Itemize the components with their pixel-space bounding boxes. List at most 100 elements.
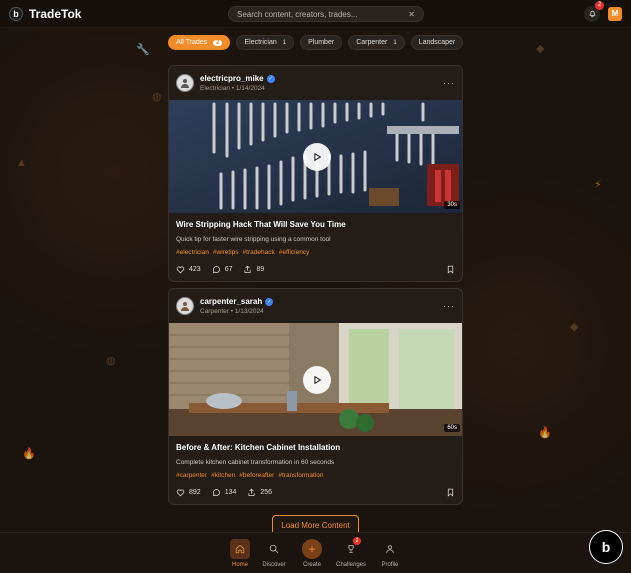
wrench-decoration: 🔧 — [136, 44, 150, 56]
hashtag[interactable]: #carpenter — [176, 472, 207, 479]
tool-decoration: ◆ — [536, 43, 545, 55]
chip-label: All Trades — [176, 39, 208, 46]
play-icon — [313, 152, 321, 161]
post-card: carpenter_sarah ✓ Carpenter • 1/13/2024 … — [168, 288, 463, 505]
bell-icon — [589, 10, 595, 18]
brand[interactable]: b TradeTok — [9, 6, 82, 21]
post-username[interactable]: electricpro_mike — [200, 74, 264, 83]
app-title: TradeTok — [29, 6, 82, 21]
trade-filters: All Trades 2 Electrician 1 Plumber Carpe… — [168, 35, 463, 50]
search-bar: ✕ — [228, 6, 424, 22]
bookmark-icon — [447, 265, 454, 274]
avatar[interactable] — [176, 297, 194, 315]
share-button[interactable]: 89 — [243, 265, 264, 274]
trophy-icon: 2 — [341, 537, 361, 559]
like-count: 892 — [189, 489, 201, 496]
search-input[interactable] — [237, 9, 407, 19]
verified-icon: ✓ — [266, 74, 275, 83]
filter-chip-plumber[interactable]: Plumber — [300, 35, 343, 50]
share-count: 256 — [260, 489, 273, 496]
post-username[interactable]: carpenter_sarah — [200, 297, 262, 306]
bookmark-button[interactable] — [446, 265, 455, 274]
comment-count: 67 — [224, 266, 233, 273]
flame-decoration: 🔥 — [22, 448, 36, 460]
filter-chip-all-trades[interactable]: All Trades 2 — [168, 35, 231, 50]
post-meta: Carpenter • 1/13/2024 — [200, 308, 264, 315]
hashtag[interactable]: #efficiency — [279, 249, 310, 256]
video-duration: 60s — [444, 424, 460, 432]
chip-count: 2 — [213, 39, 223, 46]
bookmark-icon — [447, 488, 454, 497]
person-icon — [181, 79, 189, 88]
powered-by-badge[interactable]: b — [589, 530, 623, 564]
user-avatar[interactable]: M — [608, 6, 622, 21]
chip-label: Plumber — [308, 39, 335, 46]
more-options-icon[interactable]: ··· — [443, 78, 455, 88]
plus-icon: + — [302, 539, 322, 559]
share-button[interactable]: 256 — [247, 488, 272, 497]
hashtag[interactable]: #kitchen — [211, 472, 235, 479]
nav-home[interactable]: Home — [225, 539, 255, 568]
filter-chip-electrician[interactable]: Electrician 1 — [236, 35, 295, 50]
hashtag[interactable]: #beforeafter — [239, 472, 274, 479]
home-icon — [230, 539, 250, 559]
bookmark-button[interactable] — [446, 488, 455, 497]
post-card: electricpro_mike ✓ Electrician • 1/14/20… — [168, 65, 463, 282]
tool-decoration: ◆ — [570, 321, 579, 333]
nav-label: Discover — [262, 562, 286, 568]
chip-label: Carpenter — [356, 39, 388, 46]
flame-decoration: 🔥 — [538, 427, 552, 439]
nav-label: Create — [302, 562, 321, 568]
more-options-icon[interactable]: ··· — [443, 301, 455, 311]
play-button[interactable] — [302, 365, 331, 394]
verified-icon: ✓ — [265, 297, 274, 306]
chip-label: Landscaper — [418, 39, 456, 46]
close-icon[interactable]: ✕ — [408, 10, 415, 19]
hashtag[interactable]: #transformation — [278, 472, 323, 479]
video-duration: 30s — [444, 201, 460, 209]
post-actions: 423 67 89 — [169, 256, 462, 281]
post-title: Wire Stripping Hack That Will Save You T… — [176, 220, 346, 229]
nav-discover[interactable]: Discover — [259, 539, 289, 568]
hashtag[interactable]: #electrician — [176, 249, 209, 256]
video-thumbnail[interactable]: 30s — [169, 100, 462, 213]
like-button[interactable]: 892 — [176, 488, 201, 497]
nav-profile[interactable]: Profile — [375, 539, 405, 568]
comment-icon — [212, 266, 220, 274]
nav-label: Challenges — [335, 562, 367, 568]
hashtag[interactable]: #tradehack — [243, 249, 275, 256]
heart-icon — [176, 266, 185, 274]
post-meta: Electrician • 1/14/2024 — [200, 85, 265, 92]
nav-create[interactable]: + Create — [297, 539, 327, 568]
notifications-button[interactable]: 2 — [584, 0, 604, 22]
post-tags: #electrician #wiretips #tradehack #effic… — [176, 249, 455, 256]
filter-chip-carpenter[interactable]: Carpenter 1 — [348, 35, 405, 50]
video-thumbnail[interactable]: 60s — [169, 323, 462, 436]
nav-label: Profile — [381, 562, 399, 568]
filter-chip-landscaper[interactable]: Landscaper — [410, 35, 463, 50]
chip-label: Electrician — [244, 39, 277, 46]
post-title: Before & After: Kitchen Cabinet Installa… — [176, 443, 341, 452]
nav-challenges[interactable]: 2 Challenges — [335, 537, 367, 568]
post-description: Complete kitchen cabinet transformation … — [176, 459, 335, 466]
user-icon — [380, 539, 400, 559]
search-icon — [264, 539, 284, 559]
person-icon — [181, 302, 189, 311]
play-icon — [313, 375, 321, 384]
like-count: 423 — [189, 266, 201, 273]
play-button[interactable] — [302, 142, 331, 171]
like-button[interactable]: 423 — [176, 265, 201, 274]
share-icon — [244, 265, 251, 273]
avatar[interactable] — [176, 74, 194, 92]
comment-count: 134 — [224, 489, 237, 496]
nav-label: Home — [231, 562, 248, 568]
comment-button[interactable]: 134 — [212, 488, 237, 497]
comment-icon — [212, 489, 220, 497]
post-tags: #carpenter #kitchen #beforeafter #transf… — [176, 472, 455, 479]
tool-decoration: ▲ — [16, 157, 27, 169]
share-count: 89 — [256, 266, 265, 273]
chip-count: 1 — [393, 39, 397, 46]
challenges-badge: 2 — [353, 537, 361, 545]
comment-button[interactable]: 67 — [212, 265, 233, 274]
hashtag[interactable]: #wiretips — [213, 249, 239, 256]
